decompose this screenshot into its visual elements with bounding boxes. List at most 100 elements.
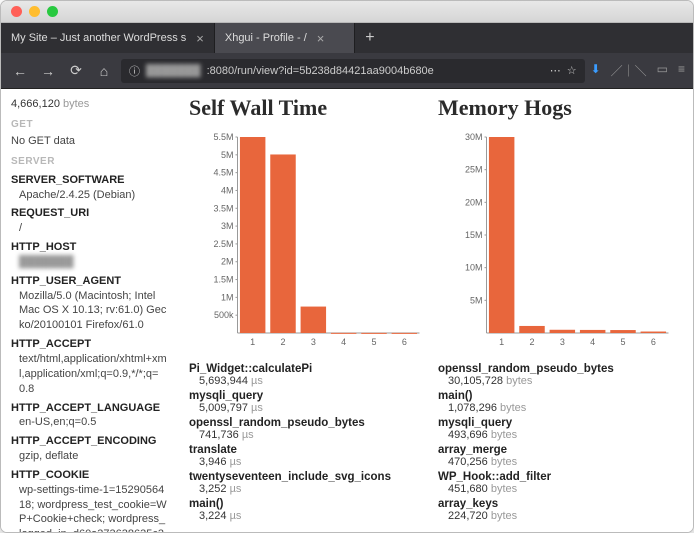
bytes-value: 4,666,120 — [11, 98, 60, 110]
svg-text:2.5M: 2.5M — [213, 239, 233, 249]
function-metric: 493,696 bytes — [438, 429, 687, 441]
svg-text:1M: 1M — [221, 292, 234, 302]
function-list-memory: openssl_random_pseudo_bytes30,105,728 by… — [438, 363, 687, 522]
library-icon[interactable]: ／｜＼ — [611, 62, 647, 79]
svg-text:1.5M: 1.5M — [213, 275, 233, 285]
svg-text:3: 3 — [311, 337, 316, 347]
tab-wordpress[interactable]: My Site – Just another WordPress s × — [1, 23, 215, 53]
svg-text:1: 1 — [499, 337, 504, 347]
svg-text:3: 3 — [560, 337, 565, 347]
minimize-window-icon[interactable] — [29, 6, 40, 17]
star-icon[interactable]: ☆ — [567, 64, 577, 77]
col-memory-hogs: Memory Hogs 5M10M15M20M25M30M123456 open… — [438, 95, 687, 532]
download-icon[interactable]: ⬇ — [591, 62, 601, 79]
bar[interactable] — [270, 154, 295, 333]
function-name[interactable]: openssl_random_pseudo_bytes — [438, 363, 687, 375]
tab-label: Xhgui - Profile - / — [225, 32, 307, 44]
close-window-icon[interactable] — [11, 6, 22, 17]
section-get: GET — [11, 118, 167, 132]
bar[interactable] — [361, 333, 386, 334]
function-name[interactable]: main() — [438, 390, 687, 402]
svg-text:4M: 4M — [221, 185, 234, 195]
bar[interactable] — [301, 307, 326, 333]
function-metric: 224,720 bytes — [438, 510, 687, 522]
function-metric: 470,256 bytes — [438, 456, 687, 468]
function-name[interactable]: openssl_random_pseudo_bytes — [189, 417, 438, 429]
bar[interactable] — [550, 330, 575, 333]
function-metric: 5,009,797 µs — [189, 402, 438, 414]
svg-text:30M: 30M — [465, 132, 483, 142]
bar[interactable] — [641, 332, 666, 333]
svg-text:2: 2 — [529, 337, 534, 347]
function-name[interactable]: main() — [189, 498, 438, 510]
function-name[interactable]: WP_Hook::add_filter — [438, 471, 687, 483]
bar[interactable] — [331, 333, 356, 334]
function-metric: 3,252 µs — [189, 483, 438, 495]
chart-self-wall-time: 500k1M1.5M2M2.5M3M3.5M4M4.5M5M5.5M123456 — [189, 131, 438, 351]
bar[interactable] — [489, 137, 514, 333]
url-host-blurred: ███████ — [146, 65, 201, 77]
function-metric: 5,693,944 µs — [189, 375, 438, 387]
browser-window: My Site – Just another WordPress s × Xhg… — [0, 0, 694, 533]
back-button[interactable]: ← — [9, 60, 31, 82]
svg-text:5: 5 — [371, 337, 376, 347]
svg-text:25M: 25M — [465, 165, 483, 175]
function-metric: 1,078,296 bytes — [438, 402, 687, 414]
menu-icon[interactable]: ≡ — [678, 62, 685, 79]
svg-text:5M: 5M — [221, 150, 234, 160]
svg-text:15M: 15M — [465, 230, 483, 240]
server-key: SERVER_SOFTWARE — [11, 173, 167, 188]
bar[interactable] — [580, 330, 605, 333]
svg-text:4.5M: 4.5M — [213, 168, 233, 178]
home-button[interactable]: ⌂ — [93, 60, 115, 82]
server-key: HTTP_ACCEPT_LANGUAGE — [11, 401, 167, 416]
svg-text:2: 2 — [280, 337, 285, 347]
close-tab-icon[interactable]: × — [317, 31, 325, 46]
function-name[interactable]: Pi_Widget::calculatePi — [189, 363, 438, 375]
reload-button[interactable]: ⟳ — [65, 60, 87, 82]
server-value: Mozilla/5.0 (Macintosh; Intel Mac OS X 1… — [11, 289, 167, 334]
sidebar-icon[interactable]: ▭ — [657, 62, 668, 79]
bar[interactable] — [240, 137, 265, 333]
function-name[interactable]: twentyseventeen_include_svg_icons — [189, 471, 438, 483]
svg-text:6: 6 — [402, 337, 407, 347]
function-name[interactable]: array_keys — [438, 498, 687, 510]
zoom-window-icon[interactable] — [47, 6, 58, 17]
server-value: wp-settings-time-1=1529056418; wordpress… — [11, 483, 167, 532]
server-key: HTTP_COOKIE — [11, 468, 167, 483]
function-list-walltime: Pi_Widget::calculatePi5,693,944 µsmysqli… — [189, 363, 438, 522]
function-metric: 30,105,728 bytes — [438, 375, 687, 387]
svg-text:500k: 500k — [214, 310, 234, 320]
forward-button[interactable]: → — [37, 60, 59, 82]
function-metric: 3,224 µs — [189, 510, 438, 522]
tabs-bar: My Site – Just another WordPress s × Xhg… — [1, 23, 693, 53]
chart-memory-hogs: 5M10M15M20M25M30M123456 — [438, 131, 687, 351]
server-key: HTTP_HOST — [11, 240, 167, 255]
bar[interactable] — [610, 330, 635, 333]
server-value: Apache/2.4.25 (Debian) — [11, 188, 167, 203]
function-name[interactable]: translate — [189, 444, 438, 456]
server-value: ███████ — [11, 255, 167, 270]
server-value: text/html,application/xhtml+xml,applicat… — [11, 352, 167, 397]
bar[interactable] — [392, 333, 417, 334]
function-name[interactable]: array_merge — [438, 444, 687, 456]
col-wall-time: Self Wall Time 500k1M1.5M2M2.5M3M3.5M4M4… — [189, 95, 438, 532]
server-value: gzip, deflate — [11, 449, 167, 464]
svg-text:5M: 5M — [470, 295, 483, 305]
svg-text:3.5M: 3.5M — [213, 203, 233, 213]
bytes-unit: bytes — [63, 98, 89, 110]
url-bar[interactable]: ⓘ ███████ :8080/run/view?id=5b238d84421a… — [121, 59, 585, 83]
tab-xhgui[interactable]: Xhgui - Profile - / × — [215, 23, 355, 53]
function-name[interactable]: mysqli_query — [189, 390, 438, 402]
tab-label: My Site – Just another WordPress s — [11, 32, 186, 44]
sidebar: 4,666,120 bytes GET No GET data SERVER S… — [1, 89, 177, 532]
svg-text:5: 5 — [620, 337, 625, 347]
new-tab-button[interactable]: + — [355, 23, 385, 53]
get-empty: No GET data — [11, 134, 167, 149]
function-metric: 741,736 µs — [189, 429, 438, 441]
section-server: SERVER — [11, 155, 167, 169]
function-name[interactable]: mysqli_query — [438, 417, 687, 429]
close-tab-icon[interactable]: × — [196, 31, 204, 46]
bar[interactable] — [519, 326, 544, 333]
summary-bytes: 4,666,120 bytes — [11, 97, 167, 112]
